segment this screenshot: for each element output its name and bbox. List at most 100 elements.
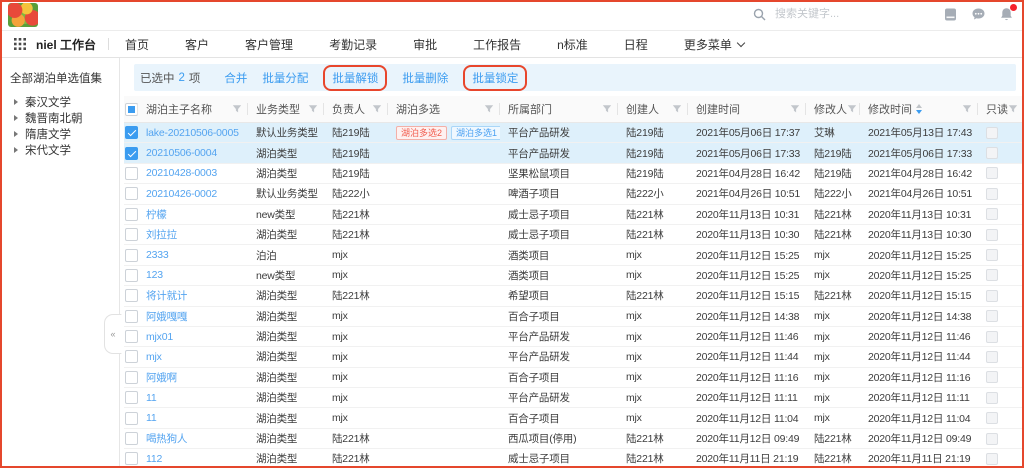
sidebar-item-weijin[interactable]: 魏晋南北朝 (10, 110, 119, 126)
cell-text: 2020年11月13日 10:31 (696, 207, 799, 222)
filter-icon-multi[interactable] (484, 104, 494, 114)
app-logo[interactable] (8, 3, 38, 27)
cell-dept: 威士忌子项目 (500, 225, 618, 244)
lake-name-link[interactable]: 喝热狗人 (146, 431, 187, 446)
sidebar-item-label: 魏晋南北朝 (25, 110, 83, 126)
more-menu[interactable]: 更多菜单 (684, 36, 744, 53)
row-checkbox[interactable] (125, 126, 138, 139)
more-menu-label: 更多菜单 (684, 36, 732, 53)
lake-name-link[interactable]: 刘拉拉 (146, 227, 177, 242)
filter-icon-readonly[interactable] (1008, 104, 1018, 114)
row-checkbox[interactable] (125, 249, 138, 262)
bulk-unlock-button[interactable]: 批量解锁 (332, 70, 378, 86)
filter-icon-modifier[interactable] (847, 104, 857, 114)
cell-text: 百合子项目 (508, 370, 560, 385)
lake-name-link[interactable]: lake-20210506-0005 (146, 127, 239, 139)
global-search[interactable] (753, 7, 882, 21)
cell-text: mjx (814, 392, 830, 404)
row-checkbox[interactable] (125, 167, 138, 180)
row-checkbox[interactable] (125, 187, 138, 200)
lake-name-link[interactable]: 20210428-0003 (146, 167, 217, 179)
nav-item-work-report[interactable]: 工作报告 (473, 36, 521, 53)
cell-owner: mjx (324, 347, 388, 366)
row-checkbox[interactable] (125, 147, 138, 160)
nav-item-approval[interactable]: 审批 (413, 36, 437, 53)
nav-item-home[interactable]: 首页 (125, 36, 149, 53)
row-checkbox[interactable] (125, 208, 138, 221)
lake-name-link[interactable]: 柠檬 (146, 207, 167, 222)
cell-modified: 2020年11月12日 09:49 (860, 429, 978, 448)
lake-name-link[interactable]: 阿娥啊 (146, 370, 177, 385)
row-checkbox[interactable] (125, 452, 138, 465)
readonly-checkbox (986, 310, 998, 322)
filter-icon-created[interactable] (790, 104, 800, 114)
filter-icon-owner[interactable] (372, 104, 382, 114)
sidebar-item-suitang[interactable]: 隋唐文学 (10, 126, 119, 142)
cell-text: 2021年05月13日 17:43 (868, 125, 972, 140)
filter-icon-dept[interactable] (602, 104, 612, 114)
row-checkbox[interactable] (125, 350, 138, 363)
row-checkbox[interactable] (125, 310, 138, 323)
lake-name-link[interactable]: 2333 (146, 249, 169, 261)
lake-name-link[interactable]: 20210506-0004 (146, 147, 217, 159)
filter-icon-name[interactable] (232, 104, 242, 114)
bell-icon[interactable] (999, 7, 1014, 22)
lake-name-link[interactable]: 将计就计 (146, 288, 187, 303)
cell-text: 2021年05月06日 17:33 (696, 146, 800, 161)
lake-name-link[interactable]: mjx (146, 351, 162, 363)
merge-button[interactable]: 合并 (224, 70, 247, 86)
lake-name-link[interactable]: 11 (146, 392, 157, 404)
lake-name-link[interactable]: 112 (146, 453, 162, 465)
sidebar-item-label: 隋唐文学 (25, 126, 71, 142)
filter-icon-modified[interactable] (962, 104, 972, 114)
row-checkbox[interactable] (125, 391, 138, 404)
filter-icon-creator[interactable] (672, 104, 682, 114)
sidebar-collapse-handle[interactable]: « (104, 314, 122, 354)
cell-text: 湖泊类型 (256, 166, 297, 181)
bulk-lock-button[interactable]: 批量锁定 (472, 70, 518, 86)
cell-name: 喝热狗人 (138, 429, 248, 448)
column-header-created: 创建时间 (688, 96, 806, 122)
lake-name-link[interactable]: 11 (146, 412, 157, 424)
lake-name-link[interactable]: 123 (146, 269, 163, 281)
cell-multi (388, 266, 500, 285)
cell-select (124, 327, 138, 346)
sidebar-item-label: 秦汉文学 (25, 94, 71, 110)
row-checkbox[interactable] (125, 269, 138, 282)
row-checkbox[interactable] (125, 289, 138, 302)
cell-modifier: mjx (806, 266, 860, 285)
app-grid-icon[interactable] (14, 38, 26, 50)
sort-icons[interactable] (916, 104, 922, 114)
bulk-delete-button[interactable]: 批量删除 (402, 70, 448, 86)
row-checkbox[interactable] (125, 371, 138, 384)
multi-select-tag: 湖泊多选2 (396, 126, 447, 140)
row-checkbox[interactable] (125, 412, 138, 425)
workspace-title[interactable]: niel 工作台 (36, 36, 96, 53)
column-label: 湖泊主子名称 (146, 101, 212, 117)
column-label-group: 修改人 (814, 101, 847, 117)
nav-item-schedule[interactable]: 日程 (624, 36, 648, 53)
lake-name-link[interactable]: 阿娥嘎嘎 (146, 309, 187, 324)
search-input[interactable] (773, 7, 882, 21)
column-label-group: 修改时间 (868, 101, 922, 117)
lake-name-link[interactable]: mjx01 (146, 331, 173, 343)
column-label: 创建时间 (696, 101, 740, 117)
journal-icon[interactable] (943, 7, 958, 22)
row-checkbox[interactable] (125, 228, 138, 241)
sidebar-item-qinhan[interactable]: 秦汉文学 (10, 94, 119, 110)
sidebar-item-songdai[interactable]: 宋代文学 (10, 142, 119, 158)
nav-item-n-standard[interactable]: n标准 (557, 36, 588, 53)
row-checkbox[interactable] (125, 432, 138, 445)
cell-dept: 百合子项目 (500, 408, 618, 427)
bulk-assign-button[interactable]: 批量分配 (262, 70, 308, 86)
nav-item-customer[interactable]: 客户 (185, 36, 209, 53)
chat-icon[interactable] (971, 7, 986, 22)
nav-item-customer-management[interactable]: 客户管理 (245, 36, 293, 53)
nav-item-attendance[interactable]: 考勤记录 (329, 36, 377, 53)
select-all-checkbox[interactable] (125, 103, 138, 116)
readonly-checkbox (986, 412, 998, 424)
filter-icon-type[interactable] (308, 104, 318, 114)
lake-name-link[interactable]: 20210426-0002 (146, 188, 217, 200)
cell-created: 2021年04月26日 10:51 (688, 184, 806, 203)
row-checkbox[interactable] (125, 330, 138, 343)
